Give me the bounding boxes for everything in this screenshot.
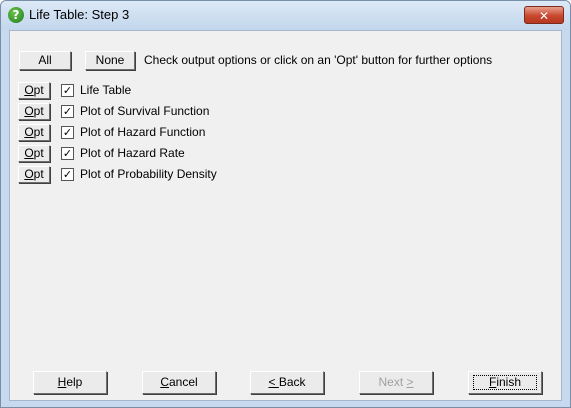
check-icon: ✓	[62, 147, 73, 160]
checkbox-hazard-rate[interactable]: ✓	[61, 147, 74, 160]
opt-button-probability-density[interactable]: Opt	[18, 166, 50, 183]
opt-button-life-table[interactable]: Opt	[18, 82, 50, 99]
close-icon: ✕	[538, 9, 550, 23]
dialog-body: All None Check output options or click o…	[9, 30, 562, 401]
option-row-life-table: Opt ✓ Life Table	[18, 82, 318, 99]
option-label-probability-density: Plot of Probability Density	[80, 167, 217, 181]
close-button[interactable]: ✕	[524, 6, 564, 24]
help-button[interactable]: Help	[33, 371, 107, 394]
instruction-text: Check output options or click on an 'Opt…	[144, 53, 493, 67]
option-row-probability-density: Opt ✓ Plot of Probability Density	[18, 166, 318, 183]
option-row-hazard-rate: Opt ✓ Plot of Hazard Rate	[18, 145, 318, 162]
check-icon: ✓	[62, 126, 73, 139]
back-button[interactable]: < Back	[250, 371, 324, 394]
select-all-button[interactable]: All	[19, 51, 71, 70]
check-icon: ✓	[62, 168, 73, 181]
cancel-button[interactable]: Cancel	[142, 371, 216, 394]
opt-button-survival-function[interactable]: Opt	[18, 103, 50, 120]
checkbox-probability-density[interactable]: ✓	[61, 168, 74, 181]
option-label-hazard-function: Plot of Hazard Function	[80, 125, 206, 139]
option-label-hazard-rate: Plot of Hazard Rate	[80, 146, 185, 160]
checkbox-survival-function[interactable]: ✓	[61, 105, 74, 118]
select-none-button[interactable]: None	[85, 51, 135, 70]
dialog-window: ? Life Table: Step 3 ✕ All None Check ou…	[0, 0, 571, 408]
finish-button[interactable]: Finish	[468, 371, 542, 394]
opt-button-hazard-rate[interactable]: Opt	[18, 145, 50, 162]
check-icon: ✓	[62, 84, 73, 97]
opt-button-hazard-function[interactable]: Opt	[18, 124, 50, 141]
next-button: Next >	[359, 371, 433, 394]
window-title: Life Table: Step 3	[29, 7, 130, 22]
checkbox-hazard-function[interactable]: ✓	[61, 126, 74, 139]
help-question-icon: ?	[8, 7, 24, 23]
option-row-survival-function: Opt ✓ Plot of Survival Function	[18, 103, 318, 120]
check-icon: ✓	[62, 105, 73, 118]
option-label-survival-function: Plot of Survival Function	[80, 104, 210, 118]
option-row-hazard-function: Opt ✓ Plot of Hazard Function	[18, 124, 318, 141]
option-label-life-table: Life Table	[80, 83, 132, 97]
checkbox-life-table[interactable]: ✓	[61, 84, 74, 97]
title-bar[interactable]: ? Life Table: Step 3 ✕	[1, 1, 570, 30]
